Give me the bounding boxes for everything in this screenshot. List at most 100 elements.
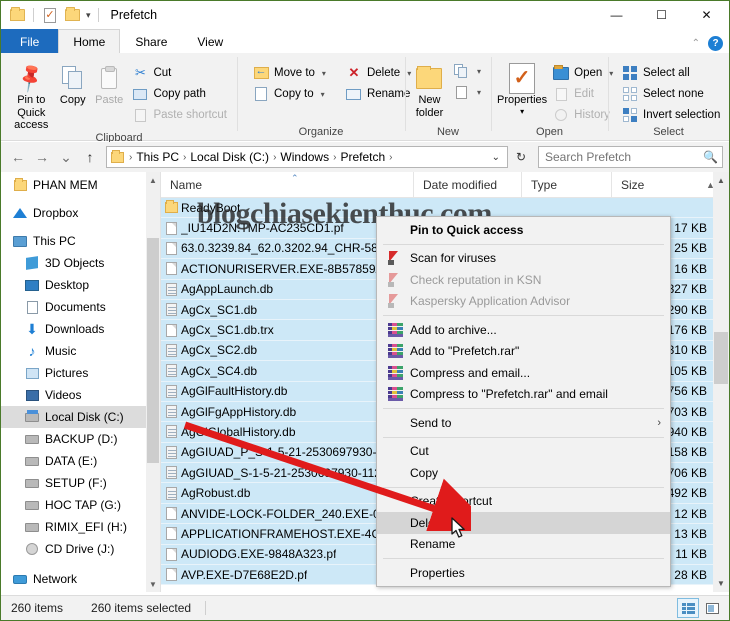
sidebar-item-phan-mem[interactable]: PHAN MEM	[1, 174, 160, 196]
large-icons-view-button[interactable]	[701, 598, 723, 618]
chevron-down-icon[interactable]: ▾	[321, 90, 325, 99]
sidebar-item-rimix-efi-h[interactable]: RIMIX_EFI (H:)	[1, 516, 160, 538]
scroll-up-icon[interactable]: ▲	[713, 172, 729, 189]
select-all-button[interactable]: Select all	[618, 63, 724, 83]
menu-item-scan-for-viruses[interactable]: Scan for viruses	[377, 248, 670, 270]
search-input[interactable]	[543, 149, 704, 165]
sidebar-item-documents[interactable]: Documents	[1, 296, 160, 318]
menu-item-check-reputation-in-ksn[interactable]: Check reputation in KSN	[377, 269, 670, 291]
menu-item-copy[interactable]: Copy	[377, 462, 670, 484]
menu-item-add-to-prefetch-rar[interactable]: Add to "Prefetch.rar"	[377, 341, 670, 363]
forward-button[interactable]: →	[31, 146, 53, 168]
breadcrumb[interactable]: › This PC › Local Disk (C:) › Windows › …	[106, 146, 508, 168]
breadcrumb-separator: ›	[183, 151, 187, 163]
sidebar-item-downloads[interactable]: ⬇ Downloads	[1, 318, 160, 340]
kaspersky-icon	[380, 251, 410, 266]
up-button[interactable]: ↑	[79, 146, 101, 168]
scrollbar-thumb[interactable]	[147, 238, 159, 463]
scroll-up-icon[interactable]: ▲	[146, 172, 160, 188]
recent-locations-button[interactable]: ⌄	[55, 146, 77, 168]
sidebar-item-pictures[interactable]: Pictures	[1, 362, 160, 384]
menu-item-pin-to-quick-access[interactable]: Pin to Quick access	[377, 219, 670, 241]
move-to-button[interactable]: Move to ▾	[249, 63, 330, 83]
menu-item-create-shortcut[interactable]: Create shortcut	[377, 491, 670, 513]
breadcrumb-windows[interactable]: Windows	[278, 150, 331, 164]
sidebar-item-this-pc[interactable]: This PC	[1, 230, 160, 252]
select-none-button[interactable]: Select none	[618, 84, 724, 104]
column-header-type[interactable]: Type	[522, 172, 612, 198]
menu-item-cut[interactable]: Cut	[377, 441, 670, 463]
new-item-button[interactable]: ▾	[450, 61, 485, 81]
refresh-button[interactable]: ↻	[510, 146, 532, 168]
tab-share[interactable]: Share	[120, 29, 182, 53]
menu-item-delete[interactable]: Delete	[377, 512, 670, 534]
chevron-down-icon[interactable]: ▾	[322, 69, 326, 78]
menu-item-send-to[interactable]: Send to ›	[377, 412, 670, 434]
paste-button[interactable]: Paste	[92, 59, 126, 107]
maximize-button[interactable]: ☐	[639, 1, 684, 29]
tab-view[interactable]: View	[182, 29, 238, 53]
sidebar-item-dropbox[interactable]: Dropbox	[1, 202, 160, 224]
chevron-down-icon[interactable]: ▾	[86, 10, 91, 21]
properties-button[interactable]: ✓ Properties ▾	[497, 59, 547, 116]
menu-item-compress-to-prefetch-rar-and-email[interactable]: Compress to "Prefetch.rar" and email	[377, 384, 670, 406]
pin-to-quick-access-button[interactable]: 📌 Pin to Quick access	[9, 59, 54, 132]
title-bar: ✓ ▾ Prefetch — ☐ ✕	[1, 1, 729, 29]
sidebar-item-setup-f[interactable]: SETUP (F:)	[1, 472, 160, 494]
breadcrumb-local-disk[interactable]: Local Disk (C:)	[188, 150, 271, 164]
menu-item-add-to-archive[interactable]: Add to archive...	[377, 319, 670, 341]
file-list-scrollbar[interactable]: ▲ ▼	[713, 172, 729, 592]
paste-shortcut-button[interactable]: Paste shortcut	[128, 105, 231, 125]
scroll-down-icon[interactable]: ▼	[713, 575, 729, 592]
address-dropdown-icon[interactable]: ⌄	[487, 152, 505, 163]
details-view-button[interactable]	[677, 598, 699, 618]
close-button[interactable]: ✕	[684, 1, 729, 29]
sidebar-item-music[interactable]: ♪ Music	[1, 340, 160, 362]
help-icon[interactable]: ?	[708, 36, 723, 51]
ribbon-group-label-select: Select	[653, 126, 684, 138]
tab-home[interactable]: Home	[58, 29, 121, 53]
sidebar-item-hoc-tap-g[interactable]: HOC TAP (G:)	[1, 494, 160, 516]
folder-icon[interactable]	[8, 6, 26, 24]
back-button[interactable]: ←	[7, 146, 29, 168]
tab-file[interactable]: File	[1, 29, 59, 53]
properties-icon[interactable]: ✓	[41, 6, 59, 24]
sidebar-item-backup-d[interactable]: BACKUP (D:)	[1, 428, 160, 450]
menu-item-rename[interactable]: Rename	[377, 534, 670, 556]
sidebar-item-local-disk-c[interactable]: Local Disk (C:)	[1, 406, 160, 428]
chevron-down-icon[interactable]: ▾	[520, 107, 524, 116]
cut-button[interactable]: ✂ Cut	[128, 63, 231, 83]
copy-to-label: Copy to	[274, 88, 314, 100]
scroll-down-icon[interactable]: ▼	[146, 576, 160, 592]
menu-item-kaspersky-application-advisor[interactable]: Kaspersky Application Advisor	[377, 291, 670, 313]
breadcrumb-prefetch[interactable]: Prefetch	[338, 150, 387, 164]
menu-item-compress-and-email[interactable]: Compress and email...	[377, 362, 670, 384]
menu-item-properties[interactable]: Properties	[377, 562, 670, 584]
easy-access-button[interactable]: ▾	[450, 82, 485, 102]
sidebar-item-videos[interactable]: Videos	[1, 384, 160, 406]
column-headers: Name ⌃ Date modified Type Size ▲	[161, 172, 729, 198]
sidebar-item-data-e[interactable]: DATA (E:)	[1, 450, 160, 472]
copy-path-button[interactable]: Copy path	[128, 84, 231, 104]
invert-selection-button[interactable]: Invert selection	[618, 105, 724, 125]
copy-to-button[interactable]: Copy to ▾	[249, 84, 330, 104]
search-box[interactable]: 🔍	[538, 146, 723, 168]
navpane-scrollbar[interactable]: ▲ ▼	[146, 172, 160, 592]
chevron-down-icon[interactable]: ▾	[477, 67, 481, 76]
breadcrumb-this-pc[interactable]: This PC	[134, 150, 181, 164]
minimize-button[interactable]: —	[594, 1, 639, 29]
sidebar-item-network[interactable]: Network	[1, 568, 160, 590]
chevron-down-icon[interactable]: ▾	[477, 88, 481, 97]
new-folder-icon[interactable]	[63, 6, 81, 24]
new-folder-button[interactable]: New folder	[411, 59, 448, 119]
search-icon[interactable]: 🔍	[703, 150, 718, 164]
column-header-name[interactable]: Name ⌃	[161, 172, 414, 198]
scrollbar-thumb[interactable]	[714, 332, 728, 384]
sidebar-item-3d-objects[interactable]: 3D Objects	[1, 252, 160, 274]
collapse-ribbon-icon[interactable]: ⌃	[692, 38, 700, 49]
sidebar-item-cd-drive-j[interactable]: CD Drive (J:)	[1, 538, 160, 560]
copy-button[interactable]: Copy	[56, 59, 90, 107]
column-header-size[interactable]: Size	[612, 172, 692, 198]
sidebar-item-desktop[interactable]: Desktop	[1, 274, 160, 296]
column-header-date-modified[interactable]: Date modified	[414, 172, 522, 198]
